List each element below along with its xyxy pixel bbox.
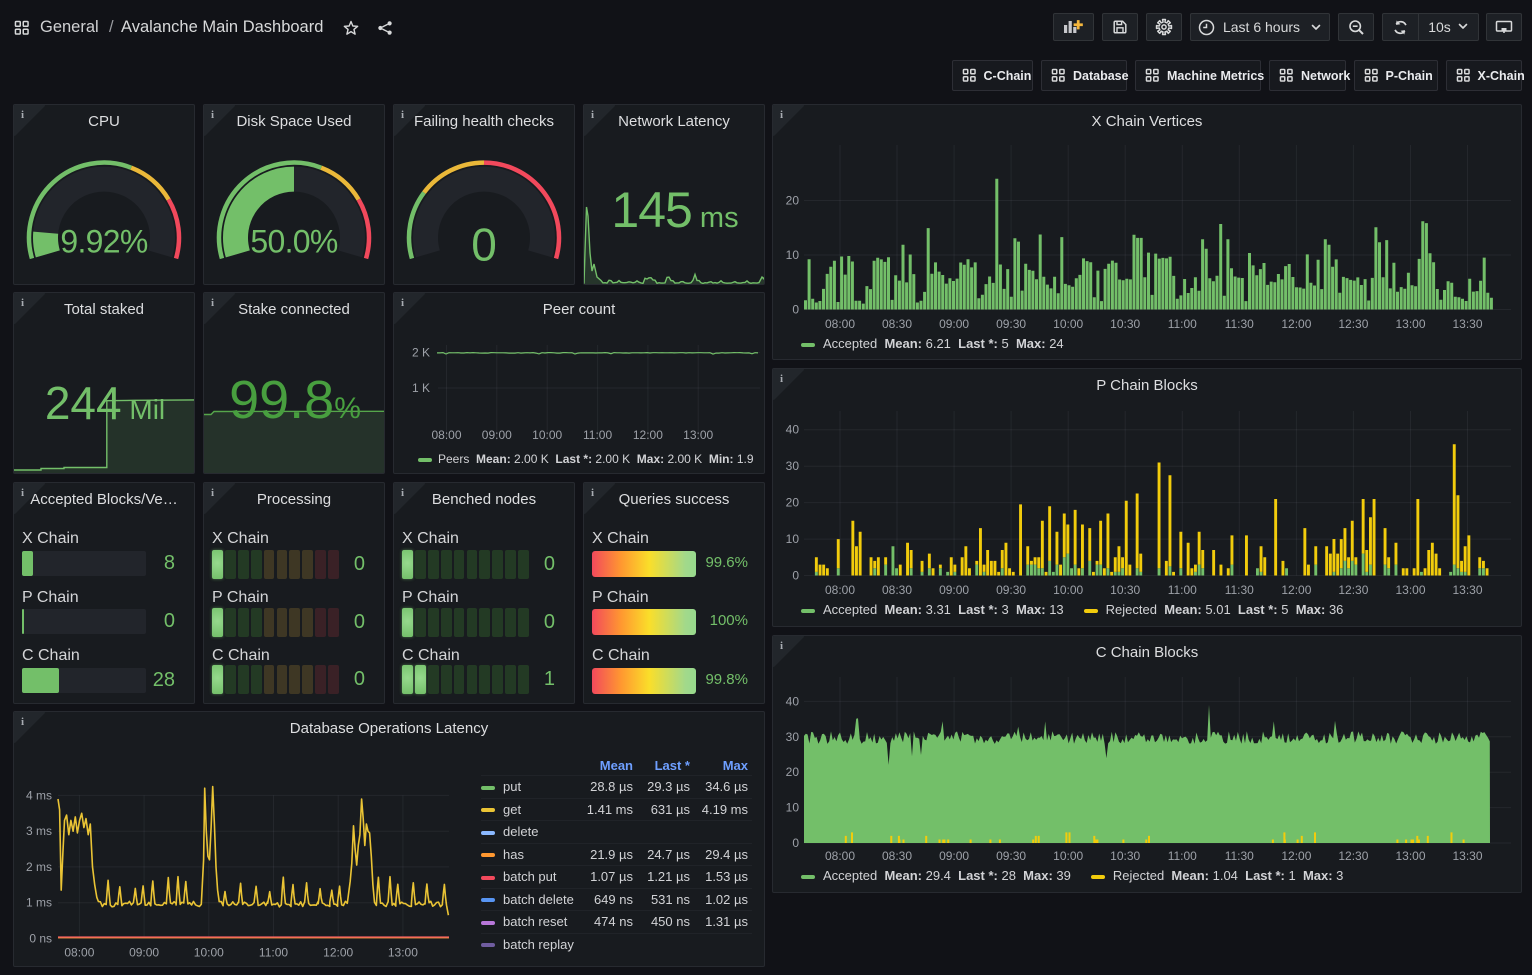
svg-text:11:00: 11:00: [259, 945, 288, 959]
svg-text:09:00: 09:00: [939, 849, 969, 863]
svg-text:50.0%: 50.0%: [250, 224, 337, 260]
svg-text:2 K: 2 K: [412, 346, 430, 360]
svg-text:08:00: 08:00: [825, 849, 855, 863]
svg-text:2 ms: 2 ms: [26, 860, 52, 874]
svg-text:13:00: 13:00: [683, 428, 713, 442]
svg-text:0: 0: [792, 569, 799, 583]
svg-text:40: 40: [786, 423, 800, 437]
svg-text:4 ms: 4 ms: [26, 788, 52, 802]
svg-text:10:30: 10:30: [1110, 317, 1140, 331]
svg-text:09:00: 09:00: [129, 945, 159, 959]
svg-text:09:30: 09:30: [996, 317, 1026, 331]
svg-text:11:00: 11:00: [1168, 849, 1197, 863]
svg-text:0: 0: [471, 219, 497, 271]
svg-text:12:00: 12:00: [1281, 583, 1311, 597]
svg-text:13:00: 13:00: [1395, 317, 1425, 331]
svg-text:10:30: 10:30: [1110, 849, 1140, 863]
svg-text:13:30: 13:30: [1452, 849, 1482, 863]
svg-text:09:00: 09:00: [482, 428, 512, 442]
svg-text:08:30: 08:30: [882, 583, 912, 597]
svg-text:10:00: 10:00: [1053, 583, 1083, 597]
svg-text:13:00: 13:00: [1395, 583, 1425, 597]
svg-text:10:00: 10:00: [532, 428, 562, 442]
svg-text:30: 30: [786, 730, 800, 744]
svg-text:09:00: 09:00: [939, 583, 969, 597]
svg-text:08:00: 08:00: [64, 945, 94, 959]
svg-text:08:00: 08:00: [825, 317, 855, 331]
svg-text:12:30: 12:30: [1338, 317, 1368, 331]
svg-text:20: 20: [786, 496, 800, 510]
svg-text:13:30: 13:30: [1452, 317, 1482, 331]
svg-text:11:00: 11:00: [1168, 317, 1197, 331]
svg-text:11:00: 11:00: [1168, 583, 1197, 597]
svg-text:13:00: 13:00: [1395, 849, 1425, 863]
svg-text:10: 10: [786, 248, 800, 262]
svg-text:30: 30: [786, 459, 800, 473]
svg-text:11:00: 11:00: [583, 428, 612, 442]
svg-text:10:00: 10:00: [1053, 317, 1083, 331]
svg-text:13:00: 13:00: [388, 945, 418, 959]
svg-text:0: 0: [792, 836, 799, 850]
svg-text:08:30: 08:30: [882, 849, 912, 863]
svg-text:20: 20: [786, 194, 800, 208]
svg-text:1 K: 1 K: [412, 381, 430, 395]
svg-text:12:00: 12:00: [1281, 849, 1311, 863]
svg-text:11:30: 11:30: [1225, 849, 1254, 863]
svg-text:13:30: 13:30: [1452, 583, 1482, 597]
svg-text:0 ns: 0 ns: [29, 931, 52, 945]
svg-text:08:00: 08:00: [825, 583, 855, 597]
svg-text:12:30: 12:30: [1338, 849, 1368, 863]
svg-text:11:30: 11:30: [1225, 317, 1254, 331]
svg-text:09:30: 09:30: [996, 849, 1026, 863]
svg-text:12:00: 12:00: [323, 945, 353, 959]
svg-text:0: 0: [792, 303, 799, 317]
svg-text:12:00: 12:00: [1281, 317, 1311, 331]
svg-text:1 ms: 1 ms: [26, 896, 52, 910]
svg-text:12:30: 12:30: [1338, 583, 1368, 597]
svg-text:40: 40: [786, 694, 800, 708]
svg-text:11:30: 11:30: [1225, 583, 1254, 597]
svg-text:10: 10: [786, 532, 800, 546]
svg-text:09:30: 09:30: [996, 583, 1026, 597]
svg-text:08:30: 08:30: [882, 317, 912, 331]
svg-text:10: 10: [786, 801, 800, 815]
svg-text:10:00: 10:00: [194, 945, 224, 959]
svg-text:09:00: 09:00: [939, 317, 969, 331]
svg-text:08:00: 08:00: [431, 428, 461, 442]
svg-text:10:00: 10:00: [1053, 849, 1083, 863]
svg-text:12:00: 12:00: [633, 428, 663, 442]
svg-text:10:30: 10:30: [1110, 583, 1140, 597]
svg-text:20: 20: [786, 765, 800, 779]
svg-text:9.92%: 9.92%: [60, 224, 147, 260]
svg-text:3 ms: 3 ms: [26, 824, 52, 838]
